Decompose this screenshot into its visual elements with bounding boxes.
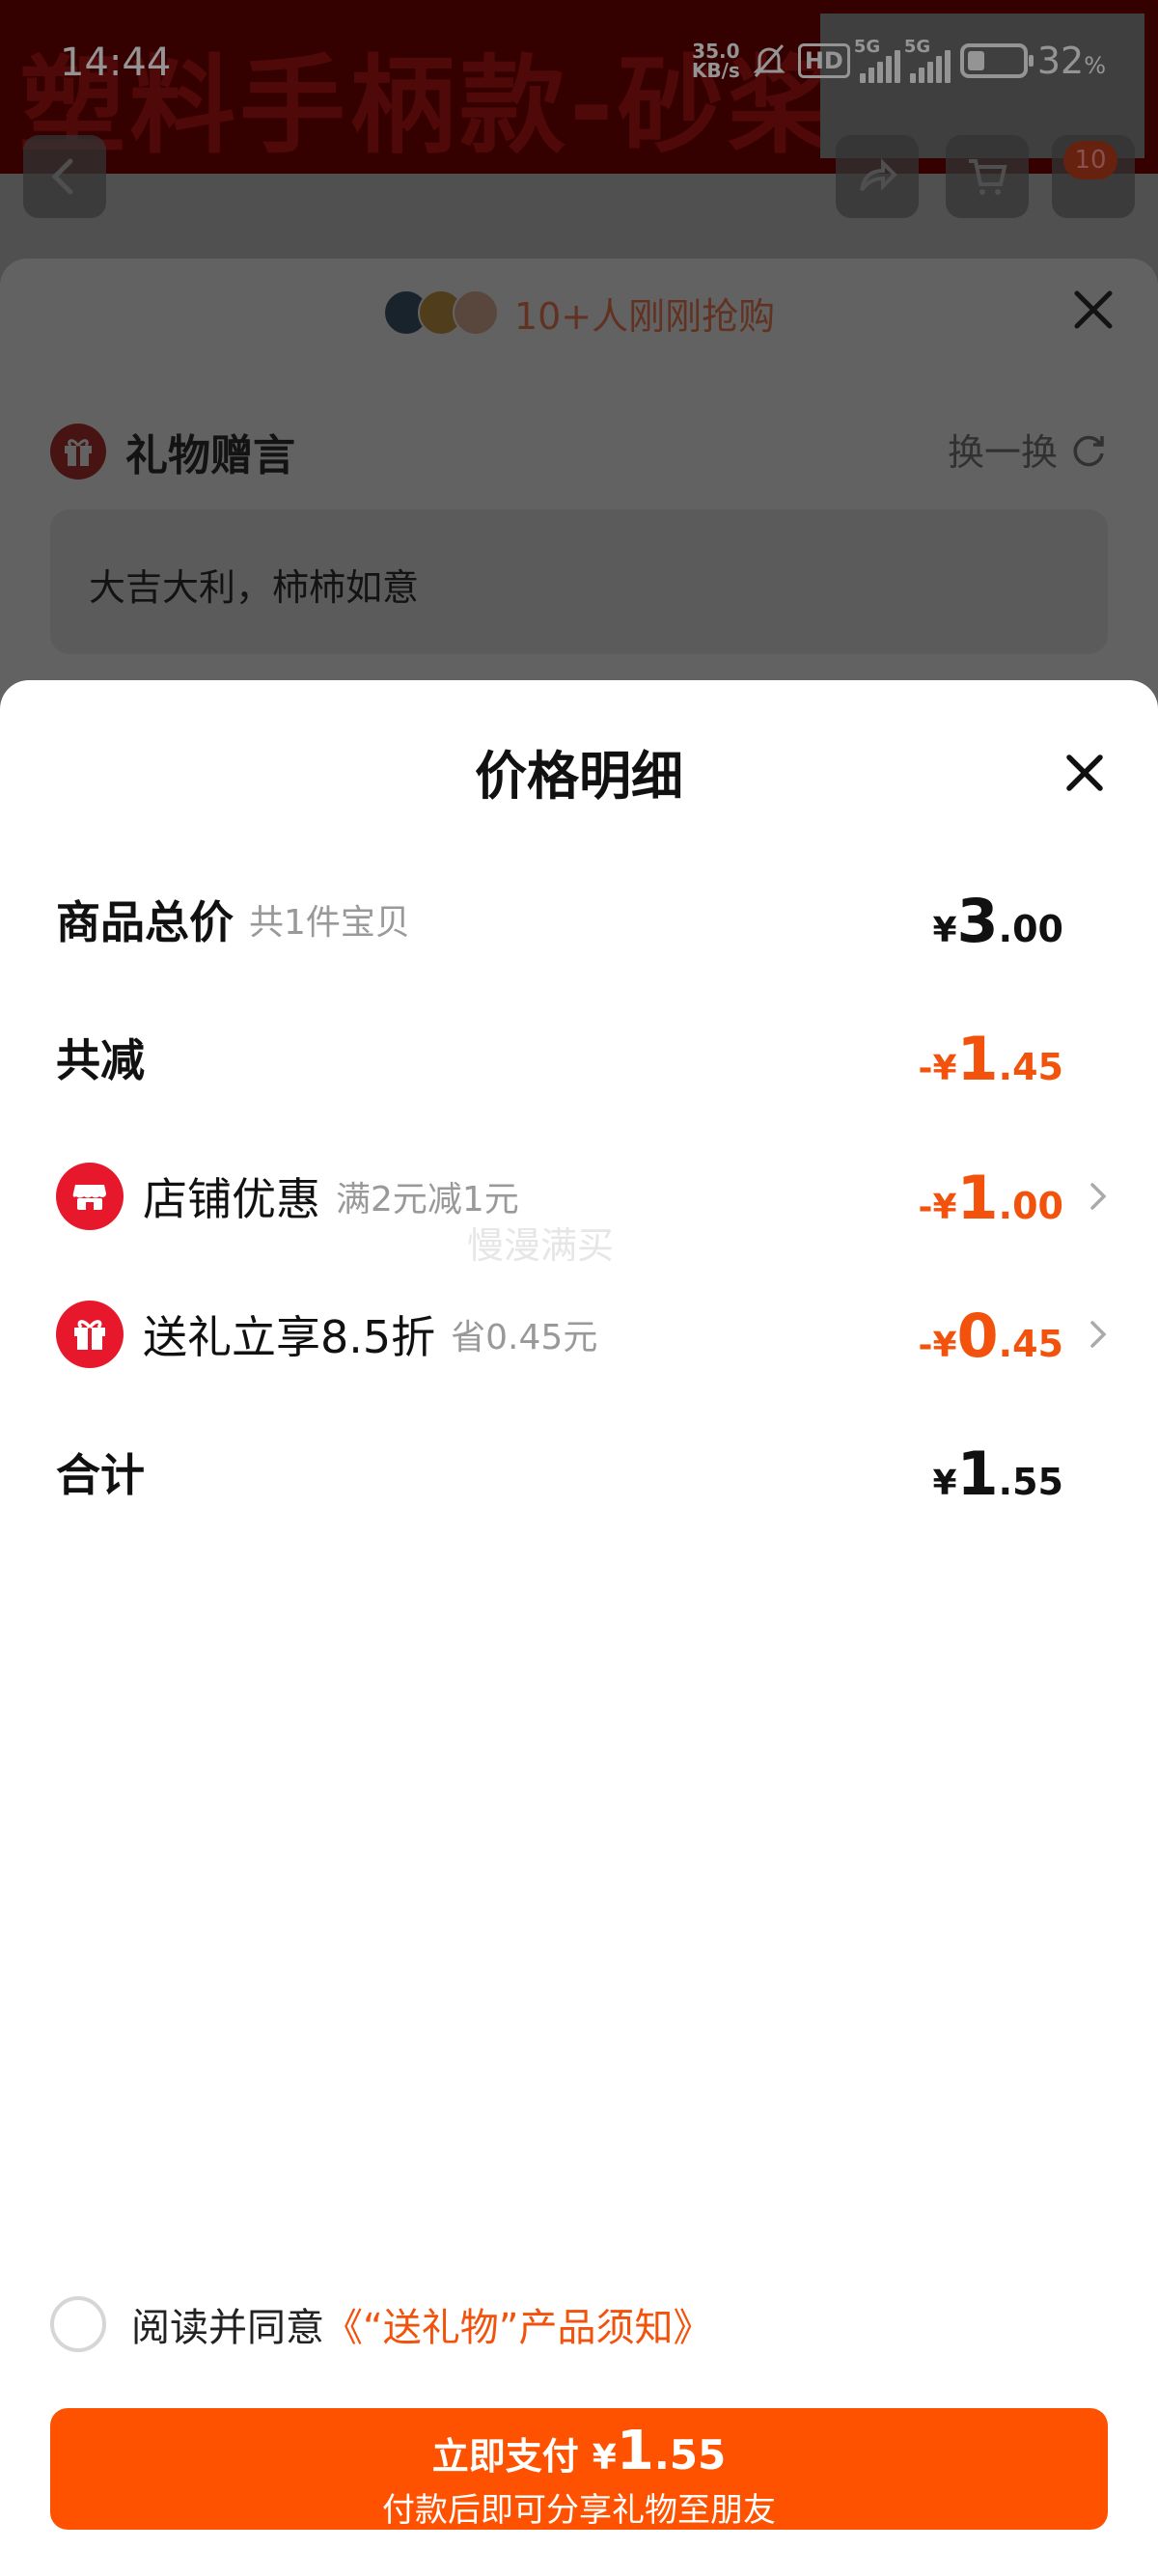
amount-decimal: .45 — [998, 1046, 1063, 1088]
agreement-text: 阅读并同意 — [131, 2306, 324, 2350]
agreement-link[interactable]: 《“送礼物”产品须知》 — [324, 2296, 711, 2352]
gift-discount-label: 送礼立享8.5折 — [143, 1311, 436, 1363]
currency-symbol: ¥ — [932, 1464, 957, 1503]
pay-button-subtitle: 付款后即可分享礼物至朋友 — [382, 2491, 776, 2530]
amount-decimal: .00 — [998, 1185, 1063, 1227]
shop-discount-label: 店铺优惠 — [143, 1173, 320, 1225]
grand-total-row: 合计 ¥1.55 — [56, 1429, 1102, 1516]
chevron-right-icon — [1090, 1183, 1107, 1210]
shop-discount-rule: 满2元减1元 — [336, 1180, 519, 1219]
amount-decimal: .45 — [998, 1323, 1063, 1365]
chevron-right-icon — [1090, 1321, 1107, 1348]
product-total-amount: ¥3.00 — [932, 876, 1063, 963]
pay-amount-decimal: .55 — [653, 2431, 727, 2479]
amount-integer: 0 — [956, 1301, 999, 1371]
discount-total-label: 共减 — [56, 1034, 145, 1086]
shop-icon — [56, 1163, 124, 1230]
pay-button-label: 立即支付 — [431, 2435, 579, 2478]
product-total-label: 商品总价 — [56, 896, 234, 948]
pay-now-button[interactable]: 立即支付 ¥1.55 付款后即可分享礼物至朋友 — [50, 2408, 1108, 2530]
gift-discount-saving: 省0.45元 — [451, 1318, 598, 1357]
watermark: 慢漫满买 — [467, 1224, 615, 1267]
pay-amount-integer: 1 — [616, 2420, 654, 2482]
sheet-title: 价格明细 — [475, 746, 683, 807]
close-icon[interactable] — [1062, 750, 1108, 796]
shop-discount-amount: -¥ 1.00 — [919, 1153, 1063, 1240]
agreement-checkbox[interactable] — [50, 2296, 106, 2352]
discount-total-amount: -¥ 1.45 — [919, 1014, 1063, 1101]
product-count: 共1件宝贝 — [249, 903, 410, 943]
gift-icon — [56, 1301, 124, 1368]
currency-symbol: ¥ — [932, 911, 957, 950]
amount-integer: 1 — [956, 1024, 999, 1094]
grand-total-label: 合计 — [56, 1449, 145, 1501]
amount-decimal: .00 — [998, 908, 1063, 950]
discount-total-row: 共减 -¥ 1.45 — [56, 1014, 1102, 1101]
product-total-row: 商品总价 共1件宝贝 ¥3.00 — [56, 876, 1102, 963]
agreement-row: 阅读并同意 《“送礼物”产品须知》 — [50, 2296, 711, 2352]
currency-symbol: -¥ — [918, 1188, 957, 1227]
amount-integer: 1 — [956, 1439, 999, 1509]
currency-symbol: -¥ — [918, 1049, 957, 1088]
currency-symbol: -¥ — [918, 1326, 957, 1365]
amount-integer: 1 — [956, 1163, 999, 1233]
price-detail-sheet: 价格明细 商品总价 共1件宝贝 ¥3.00 共减 -¥ 1.45 店铺优惠 满2元… — [0, 680, 1158, 2576]
amount-integer: 3 — [956, 886, 999, 956]
grand-total-amount: ¥1.55 — [932, 1429, 1063, 1516]
gift-discount-amount: -¥ 0.45 — [919, 1291, 1063, 1378]
amount-decimal: .55 — [998, 1461, 1063, 1503]
pay-currency: ¥ — [592, 2438, 617, 2478]
gift-discount-row[interactable]: 送礼立享8.5折 省0.45元 -¥ 0.45 — [56, 1291, 1107, 1378]
pay-button-main: 立即支付 ¥1.55 — [50, 2420, 1108, 2482]
